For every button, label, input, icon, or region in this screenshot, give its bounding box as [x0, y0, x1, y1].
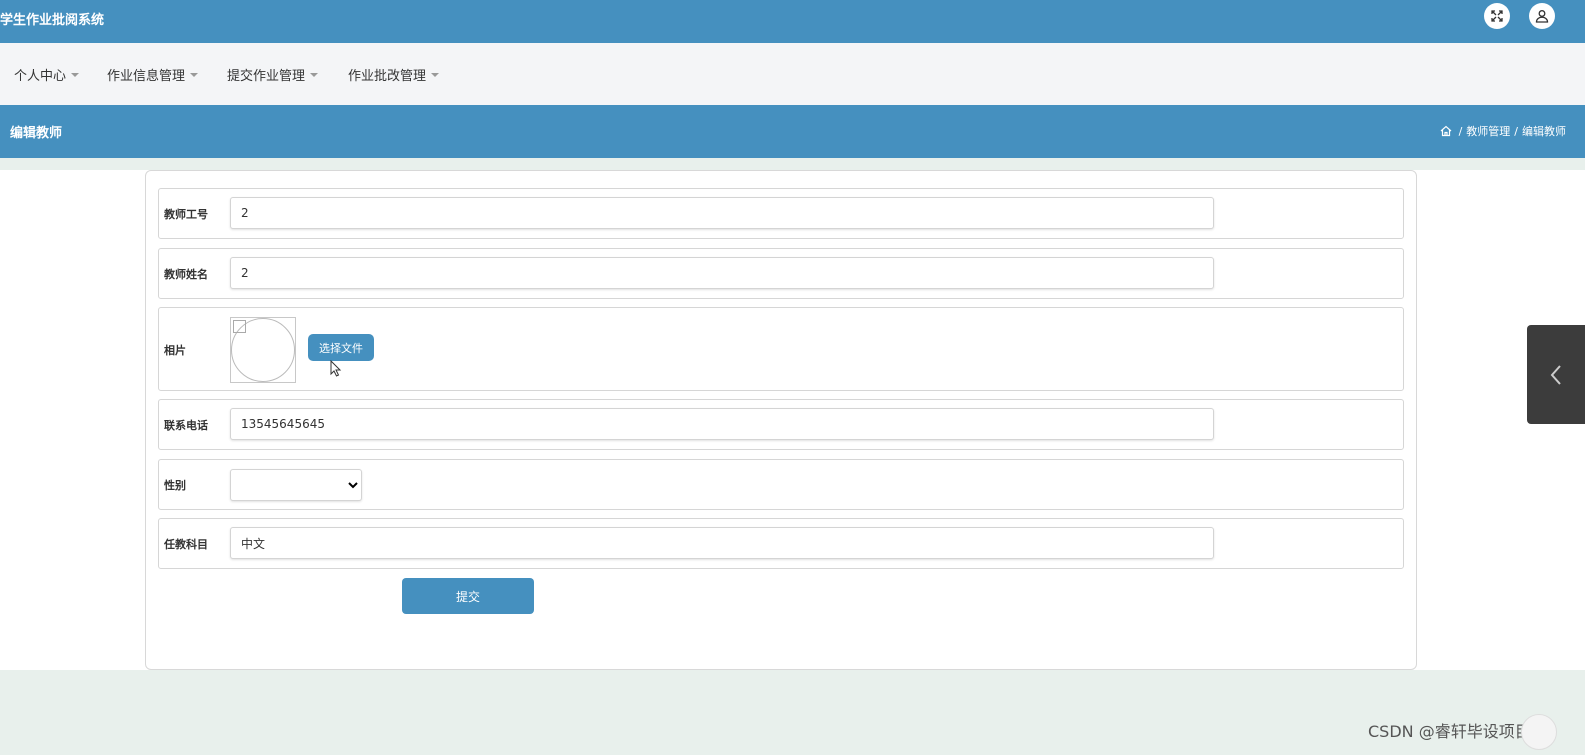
back-to-top-button[interactable] — [1521, 714, 1557, 750]
nav-item-personal-center[interactable]: 个人中心 — [14, 65, 80, 84]
submit-button[interactable]: 提交 — [402, 578, 534, 614]
nav-item-label: 作业批改管理 — [348, 69, 427, 84]
page-title: 编辑教师 — [10, 126, 63, 141]
caret-down-icon — [71, 72, 80, 77]
caret-down-icon — [431, 72, 440, 77]
breadcrumb-separator: / — [1458, 124, 1463, 138]
form-row-gender: 性别 — [158, 459, 1404, 510]
nav-item-homework-info[interactable]: 作业信息管理 — [107, 65, 199, 84]
form-row-subject: 任教科目 — [158, 518, 1404, 569]
app-title: 学生作业批阅系统 — [0, 13, 105, 28]
side-panel-toggle[interactable] — [1527, 325, 1585, 424]
page-title-bar: 编辑教师 / 教师管理 / 编辑教师 — [0, 105, 1585, 158]
subject-label: 任教科目 — [164, 538, 208, 551]
fullscreen-button[interactable] — [1484, 3, 1510, 29]
fullscreen-icon — [1491, 10, 1503, 22]
breadcrumb-edit-teacher: 编辑教师 — [1522, 125, 1566, 138]
breadcrumb: / 教师管理 / 编辑教师 — [1440, 123, 1566, 139]
subject-input[interactable] — [230, 527, 1214, 559]
form-row-teacher-name: 教师姓名 — [158, 248, 1404, 299]
photo-label: 相片 — [164, 344, 186, 357]
home-icon[interactable] — [1440, 125, 1452, 137]
form-row-teacher-id: 教师工号 — [158, 188, 1404, 239]
user-menu-button[interactable] — [1529, 3, 1555, 29]
choose-file-button[interactable]: 选择文件 — [308, 334, 374, 361]
user-icon — [1535, 10, 1549, 23]
gender-label: 性别 — [164, 479, 186, 492]
nav-item-submit-homework[interactable]: 提交作业管理 — [227, 65, 319, 84]
form-row-photo: 相片 选择文件 — [158, 307, 1404, 391]
gender-select[interactable] — [230, 469, 362, 501]
teacher-name-label: 教师姓名 — [164, 268, 208, 281]
nav-item-label: 个人中心 — [14, 69, 67, 84]
teacher-name-input[interactable] — [230, 257, 1214, 289]
broken-image-icon — [233, 320, 246, 333]
nav-item-label: 提交作业管理 — [227, 69, 306, 84]
breadcrumb-teacher-management[interactable]: 教师管理 — [1466, 123, 1510, 139]
nav-item-grade-homework[interactable]: 作业批改管理 — [348, 65, 440, 84]
top-header: 学生作业批阅系统 — [0, 0, 1585, 43]
caret-down-icon — [190, 72, 199, 77]
breadcrumb-separator: / — [1514, 124, 1518, 138]
phone-input[interactable] — [230, 408, 1214, 440]
form-row-phone: 联系电话 — [158, 399, 1404, 450]
nav-item-label: 作业信息管理 — [107, 69, 186, 84]
teacher-id-label: 教师工号 — [164, 208, 208, 221]
teacher-id-input[interactable] — [230, 197, 1214, 229]
chevron-left-icon — [1550, 364, 1561, 385]
edit-teacher-form: 教师工号 教师姓名 相片 选择文件 联系电话 性别 任教科目 提交 — [145, 170, 1417, 670]
caret-down-icon — [310, 72, 319, 77]
watermark: CSDN @睿轩毕设项目 — [1368, 722, 1531, 741]
phone-label: 联系电话 — [164, 419, 208, 432]
main-nav: 个人中心 作业信息管理 提交作业管理 作业批改管理 — [0, 43, 1585, 105]
photo-preview[interactable] — [230, 317, 296, 383]
mouse-pointer-icon — [330, 360, 342, 377]
